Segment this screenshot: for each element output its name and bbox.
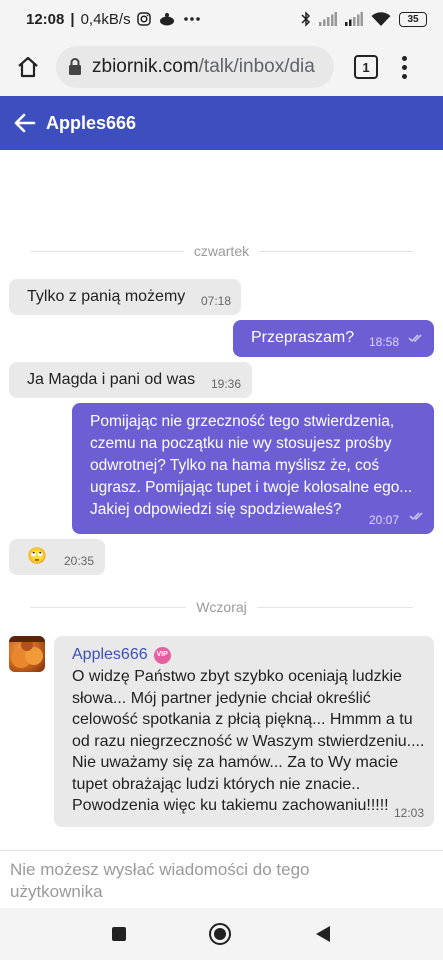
day-separator-label: czwartek [183,243,260,259]
sender-avatar[interactable] [9,636,45,672]
message-text: Tylko z panią możemy [27,288,186,305]
vip-badge: VIP [153,646,171,664]
message-emoji: 🙄 [27,548,47,565]
message-line: czemu na początku nie wy stosujesz prośb… [90,435,392,452]
home-button[interactable] [10,49,46,85]
url-domain: zbiornik.com [92,56,199,77]
notification-icon [159,13,174,26]
conversation-title: Apples666 [46,112,137,133]
avatar-image [9,636,45,668]
more-dots-icon [183,17,200,21]
message-time: 18:58 [369,335,400,349]
message-incoming: 🙄 20:35 [9,539,105,575]
conversation-header: Apples666 [0,96,443,150]
read-ticks-icon [408,334,422,342]
message-line: Jakiej odpowiedzi się spodziewałeś? [90,501,342,518]
status-left: 12:08 | 0,4kB/s [26,11,131,28]
notice-line: Nie możesz wysłać wiadomości do tego [10,860,310,879]
message-line: Nie uważamy się za hamów... Za to Wy mac… [72,754,399,771]
message-outgoing: Przepraszam? 18:58 [233,320,434,357]
message-line: O widzę Państwo zbyt szybko oceniają lud… [72,668,402,685]
message-time: 07:18 [201,294,232,308]
tab-switcher-button[interactable]: 1 [354,55,378,79]
menu-dot [402,55,407,61]
day-separator: Wczoraj [0,597,443,617]
status-bar: 12:08 | 0,4kB/s 35 [0,0,443,38]
day-separator-label: Wczoraj [186,599,257,615]
tab-count: 1 [362,59,370,75]
home-nav-button[interactable] [209,923,232,945]
message-line: Pomijając nie grzeczność tego stwierdzen… [90,413,395,430]
signal-icon [345,12,363,26]
message-text: Pomijając nie grzeczność tego stwierdzen… [90,411,412,521]
message-line: Powodzenia więc ku takiemu zachowaniu!!!… [72,797,389,814]
wifi-icon [371,11,391,26]
message-time: 20:07 [369,513,400,527]
status-right: 35 [301,11,427,27]
url-text: zbiornik.com/talk/inbox/dia [92,56,315,78]
message-line: od razu niegrzeczność w Waszym stwierdze… [72,732,425,750]
browser-toolbar: zbiornik.com/talk/inbox/dia 1 [0,38,443,96]
message-incoming: Apples666 VIP O widzę Państwo zbyt szybk… [54,636,434,827]
sender-name[interactable]: Apples666 [72,644,148,666]
message-outgoing: Pomijając nie grzeczność tego stwierdzen… [72,403,434,534]
menu-dot [402,73,407,79]
status-time: 12:08 [26,10,65,28]
status-divider: | [70,10,75,28]
home-nav-dot [214,928,227,940]
message-text: O widzę Państwo zbyt szybko oceniają lud… [72,666,424,817]
instagram-icon [136,12,151,26]
message-time: 19:36 [211,377,242,391]
recents-button[interactable] [111,927,126,941]
signal-icon [319,12,337,26]
message-sender-row: Apples666 VIP [72,644,171,666]
system-navigation-bar [0,908,443,960]
day-separator: czwartek [0,241,443,261]
lock-icon [69,58,81,75]
home-icon [18,56,38,78]
message-line: ugrasz. Pomijając tupet i twoje kolosaln… [90,479,413,496]
message-incoming: Tylko z panią możemy 07:18 [9,279,241,315]
message-text: Ja Magda i pani od was [27,371,196,388]
compose-disabled-notice: Nie możesz wysłać wiadomości do tego uży… [0,850,443,908]
message-time: 20:35 [64,554,95,568]
message-line: celowość spotkania z płcią piękną... Hmm… [72,711,413,728]
back-button[interactable] [12,110,38,136]
message-incoming: Ja Magda i pani od was 19:36 [9,362,252,398]
message-text: Przepraszam? [251,329,355,346]
notice-line: użytkownika [10,882,103,901]
arrow-left-icon [14,113,36,133]
message-line: słowa... Mój partner jedynie chciał okre… [72,689,371,707]
status-notification-icons [136,12,201,26]
back-nav-icon[interactable] [315,925,331,943]
status-speed: 0,4kB/s [80,10,131,28]
menu-dot [402,64,407,70]
address-bar[interactable]: zbiornik.com/talk/inbox/dia [56,46,334,88]
read-ticks-icon [409,512,423,520]
message-line: odwrotnej? Tylko na hama myślisz że, coś [90,457,380,474]
message-time: 12:03 [394,806,425,820]
url-path: /talk/inbox/dia [198,56,315,77]
browser-menu-button[interactable] [402,55,407,79]
message-line: tupet obrażając ludzi których nie znacie… [72,775,361,793]
bluetooth-icon [301,11,311,27]
battery-icon: 35 [399,11,427,27]
